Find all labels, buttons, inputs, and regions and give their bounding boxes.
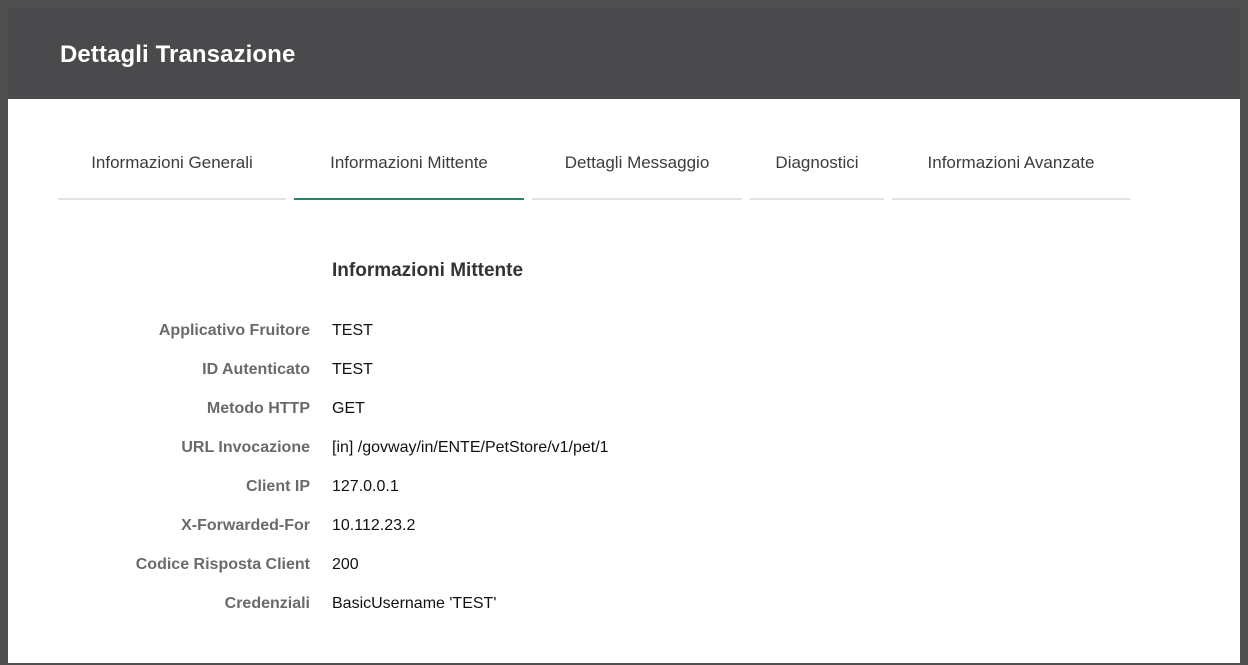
detail-row-id-autenticato: ID Autenticato TEST [0,357,1000,383]
detail-value: TEST [332,322,373,339]
tab-label: Diagnostici [775,153,859,172]
detail-value: 10.112.23.2 [332,517,416,534]
detail-row-credenziali: Credenziali BasicUsername 'TEST' [0,591,1000,617]
tab-label: Informazioni Mittente [330,153,488,172]
detail-label: Applicativo Fruitore [158,322,310,339]
detail-value: TEST [332,361,373,378]
tab-label: Dettagli Messaggio [564,153,710,172]
detail-label: ID Autenticato [202,361,310,378]
tab-dettagli-messaggio[interactable]: Dettagli Messaggio [532,150,742,200]
section-title: Informazioni Mittente [332,260,524,281]
tab-label: Informazioni Avanzate [927,153,1095,172]
detail-row-metodo-http: Metodo HTTP GET [0,396,1000,422]
detail-row-x-forwarded-for: X-Forwarded-For 10.112.23.2 [0,513,1000,539]
detail-value: BasicUsername 'TEST' [332,595,497,612]
detail-value: 200 [332,556,359,573]
detail-label: Client IP [245,478,310,495]
detail-label: Credenziali [224,595,310,612]
tab-label: Informazioni Generali [91,153,253,172]
detail-row-codice-risposta-client: Codice Risposta Client 200 [0,552,1000,578]
detail-label: Codice Risposta Client [135,556,310,573]
detail-value: 127.0.0.1 [332,478,399,495]
tab-informazioni-generali[interactable]: Informazioni Generali [58,150,286,200]
page-header: Dettagli Transazione [8,8,1240,99]
detail-label: X-Forwarded-For [181,517,310,534]
detail-value: GET [332,400,365,417]
detail-value: [in] /govway/in/ENTE/PetStore/v1/pet/1 [332,439,609,456]
detail-row-applicativo-fruitore: Applicativo Fruitore TEST [0,318,1000,344]
tab-informazioni-avanzate[interactable]: Informazioni Avanzate [892,150,1130,200]
tab-informazioni-mittente[interactable]: Informazioni Mittente [294,150,524,200]
tab-diagnostici[interactable]: Diagnostici [750,150,884,200]
page-title: Dettagli Transazione [60,41,296,68]
detail-label: Metodo HTTP [206,400,310,417]
detail-label: URL Invocazione [181,439,310,456]
detail-row-url-invocazione: URL Invocazione [in] /govway/in/ENTE/Pet… [0,435,1000,461]
detail-row-client-ip: Client IP 127.0.0.1 [0,474,1000,500]
